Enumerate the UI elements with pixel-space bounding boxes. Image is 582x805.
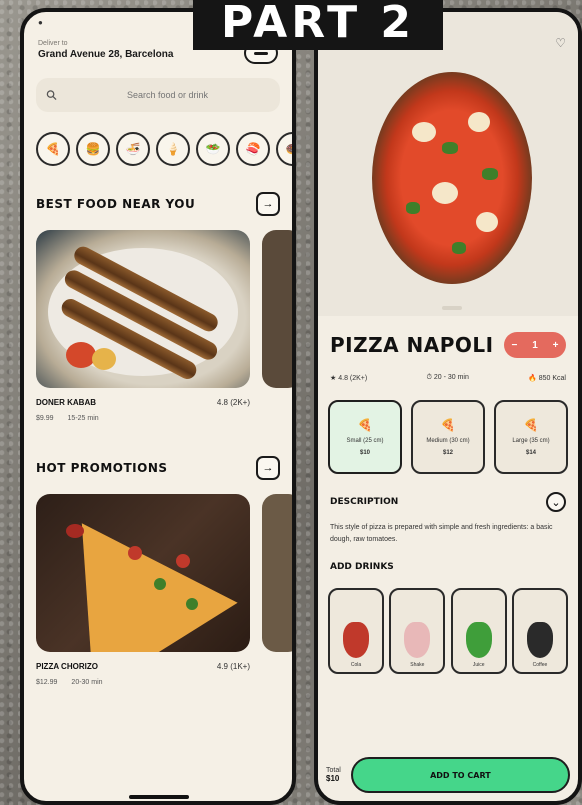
promo-card-peek[interactable]	[262, 494, 292, 686]
card-rating: 4.9 (1K+)	[216, 662, 250, 671]
pizza-size-icon: 🍕	[440, 418, 456, 432]
description-title: DESCRIPTION	[330, 497, 399, 507]
search-icon	[46, 90, 57, 101]
card-price: $9.99	[36, 415, 54, 422]
best-food-carousel: DONER KABAB 4.8 (2K+) $9.99 15-25 min	[24, 230, 292, 422]
category-pizza-icon[interactable]: 🍕	[36, 132, 70, 166]
search-input[interactable]	[64, 90, 270, 100]
shake-icon	[404, 622, 431, 658]
arrow-right-icon: →	[262, 198, 274, 210]
see-all-button[interactable]: →	[256, 456, 280, 480]
food-card-image	[262, 230, 292, 388]
add-to-cart-button[interactable]: ADD TO CART	[350, 757, 570, 793]
time-stat: ⏱ 20 - 30 min	[426, 374, 469, 381]
card-time: 15-25 min	[67, 415, 99, 422]
juice-icon	[465, 622, 492, 658]
category-sushi-icon[interactable]: 🍣	[236, 132, 270, 166]
pizza-size-icon: 🍕	[523, 418, 539, 432]
part-title-banner: PART 2	[193, 0, 443, 50]
home-screen-phone: ● ▮▮ Deliver to Grand Avenue 28, Barcelo…	[20, 8, 296, 805]
drink-option-cola[interactable]: Cola	[328, 588, 384, 674]
chevron-down-icon: ⌄	[551, 496, 561, 509]
category-icecream-icon[interactable]: 🍦	[156, 132, 190, 166]
see-all-button[interactable]: →	[256, 192, 280, 216]
size-option-small[interactable]: 🍕 Small (25 cm) $10	[328, 400, 402, 474]
description-text: This style of pizza is prepared with sim…	[330, 524, 553, 543]
clock-icon: ●	[38, 17, 43, 27]
home-indicator	[129, 795, 189, 799]
category-row: 🍕 🍔 🍜 🍦 🥗 🍣 🍩	[24, 132, 292, 166]
drink-options: Cola Shake Juice Coffee	[318, 588, 578, 674]
menu-icon	[254, 51, 268, 55]
product-hero: ‹ ♡	[318, 12, 578, 316]
category-salad-icon[interactable]: 🥗	[196, 132, 230, 166]
cola-icon	[343, 622, 369, 658]
category-burger-icon[interactable]: 🍔	[76, 132, 110, 166]
minus-button[interactable]: −	[511, 340, 517, 351]
search-bar[interactable]	[36, 78, 280, 112]
food-card-peek[interactable]	[262, 230, 292, 422]
card-name: PIZZA CHORIZO	[36, 662, 98, 671]
size-option-large[interactable]: 🍕 Large (35 cm) $14	[494, 400, 568, 474]
size-option-medium[interactable]: 🍕 Medium (30 cm) $12	[411, 400, 485, 474]
drink-option-coffee[interactable]: Coffee	[511, 588, 568, 674]
quantity-stepper[interactable]: − 1 +	[504, 332, 566, 358]
coffee-icon	[526, 622, 553, 658]
product-name: PIZZA NAPOLI	[330, 333, 494, 357]
promo-card-image	[36, 494, 250, 652]
card-rating: 4.8 (2K+)	[216, 398, 250, 407]
location-value: Grand Avenue 28, Barcelona	[38, 49, 174, 60]
rating-stat: ★ 4.8 (2K+)	[330, 375, 368, 382]
drink-option-shake[interactable]: Shake	[389, 588, 446, 674]
promotions-carousel: PIZZA CHORIZO 4.9 (1K+) $12.99 20-30 min	[24, 494, 292, 686]
size-options: 🍕 Small (25 cm) $10 🍕 Medium (30 cm) $12…	[318, 400, 578, 474]
promo-card-image	[262, 494, 292, 652]
section-title: HOT PROMOTIONS	[36, 461, 168, 475]
drink-option-juice[interactable]: Juice	[450, 588, 507, 674]
food-card-image	[36, 230, 250, 388]
total-block: Total $10	[326, 767, 341, 783]
pizza-size-icon: 🍕	[357, 418, 373, 432]
product-stats: ★ 4.8 (2K+) ⏱ 20 - 30 min 🔥 850 Kcal	[318, 374, 578, 382]
total-value: $10	[326, 774, 340, 783]
expand-description-button[interactable]: ⌄	[546, 492, 566, 512]
card-name: DONER KABAB	[36, 398, 96, 407]
food-card[interactable]: DONER KABAB 4.8 (2K+) $9.99 15-25 min	[36, 230, 250, 422]
pizza-image	[372, 72, 532, 284]
card-price: $12.99	[36, 679, 58, 686]
section-best-food-header: BEST FOOD NEAR YOU →	[24, 192, 292, 216]
heart-icon[interactable]: ♡	[555, 36, 566, 50]
quantity-value: 1	[532, 339, 538, 351]
arrow-right-icon: →	[262, 462, 274, 474]
plus-button[interactable]: +	[553, 340, 559, 351]
category-donut-icon[interactable]: 🍩	[276, 132, 292, 166]
banner-text: PART 2	[220, 0, 416, 48]
card-time: 20-30 min	[71, 679, 103, 686]
carousel-dots	[442, 306, 462, 310]
drinks-title: ADD DRINKS	[330, 562, 394, 572]
checkout-footer: Total $10 ADD TO CART	[318, 757, 578, 793]
category-noodles-icon[interactable]: 🍜	[116, 132, 150, 166]
section-promotions-header: HOT PROMOTIONS →	[24, 456, 292, 480]
promo-card[interactable]: PIZZA CHORIZO 4.9 (1K+) $12.99 20-30 min	[36, 494, 250, 686]
section-title: BEST FOOD NEAR YOU	[36, 197, 196, 211]
calories-stat: 🔥 850 Kcal	[528, 375, 566, 382]
product-detail-phone: ‹ ♡ PIZZA NAPOLI − 1 + ★ 4.8 (2K+) ⏱ 20 …	[314, 8, 582, 805]
